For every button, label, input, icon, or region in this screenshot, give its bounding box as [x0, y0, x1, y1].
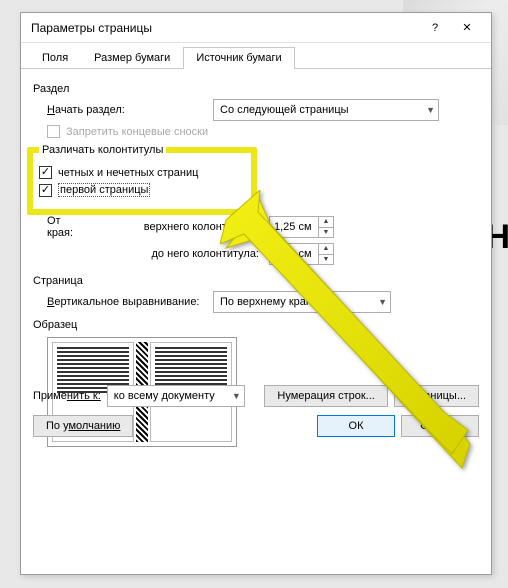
suppress-endnotes-label: Запретить концевые сноски	[66, 126, 208, 138]
footer-distance-row: до него колонтитула: ▲▼	[33, 243, 479, 265]
spin-up-icon[interactable]: ▲	[319, 244, 333, 255]
suppress-endnotes-row: Запретить концевые сноски	[33, 125, 479, 138]
close-button[interactable]: ✕	[451, 16, 483, 40]
odd-even-row: четных и нечетных страниц	[39, 166, 241, 179]
apply-to-label: Применить к:	[33, 390, 101, 402]
valign-label: Вертикальное выравнивание:	[47, 296, 213, 308]
default-button[interactable]: По умолчанию	[33, 415, 133, 437]
headers-highlight-box: Различать колонтитулы четных и нечетных …	[27, 144, 257, 215]
checkbox-box	[39, 166, 52, 179]
suppress-endnotes-checkbox[interactable]: Запретить концевые сноски	[47, 125, 208, 138]
page-group-label: Страница	[33, 275, 479, 287]
dialog-footer: Применить к: ко всему документу ▼ Нумера…	[21, 377, 491, 447]
section-start-row: Начать раздел: Со следующей страницы ▼	[33, 99, 479, 121]
tab-paper-size[interactable]: Размер бумаги	[81, 47, 183, 69]
header-distance-input[interactable]	[270, 217, 318, 237]
first-page-checkbox[interactable]: первой страницы	[39, 183, 150, 197]
spinner-buttons: ▲▼	[318, 244, 333, 264]
footer-distance-label: до него колонтитула:	[47, 248, 269, 260]
checkbox-box	[47, 125, 60, 138]
section-group-label: Раздел	[33, 83, 479, 95]
odd-even-label: четных и нечетных страниц	[58, 167, 198, 179]
spin-down-icon[interactable]: ▼	[319, 255, 333, 265]
section-start-select[interactable]: Со следующей страницы ▼	[213, 99, 439, 121]
spin-up-icon[interactable]: ▲	[319, 217, 333, 228]
cancel-button[interactable]: Отмена	[401, 415, 479, 437]
tabs: Поля Размер бумаги Источник бумаги	[21, 43, 491, 69]
apply-to-select[interactable]: ко всему документу ▼	[107, 385, 245, 407]
help-icon: ?	[432, 22, 438, 34]
dialog-body: Раздел Начать раздел: Со следующей стран…	[21, 69, 491, 447]
titlebar: Параметры страницы ? ✕	[21, 13, 491, 43]
line-numbers-button[interactable]: Нумерация строк...	[264, 385, 387, 407]
tab-paper-source[interactable]: Источник бумаги	[183, 47, 294, 69]
header-distance-row: От края: верхнего колонтитула: ▲▼	[33, 215, 479, 239]
header-distance-spinner[interactable]: ▲▼	[269, 216, 334, 238]
header-distance-label: верхнего колонтитула:	[89, 221, 269, 233]
chevron-down-icon: ▼	[426, 105, 435, 115]
close-icon: ✕	[462, 21, 471, 34]
spinner-buttons: ▲▼	[318, 217, 333, 237]
valign-value: По верхнему краю	[220, 296, 314, 308]
page-setup-dialog: Параметры страницы ? ✕ Поля Размер бумаг…	[20, 12, 492, 575]
help-button[interactable]: ?	[419, 16, 451, 40]
section-start-label: Начать раздел:	[47, 104, 213, 116]
chevron-down-icon: ▼	[378, 297, 387, 307]
chevron-down-icon: ▼	[232, 391, 241, 401]
odd-even-checkbox[interactable]: четных и нечетных страниц	[39, 166, 198, 179]
tab-margins[interactable]: Поля	[29, 47, 81, 69]
footer-distance-spinner[interactable]: ▲▼	[269, 243, 334, 265]
apply-row: Применить к: ко всему документу ▼ Нумера…	[33, 385, 479, 407]
borders-button[interactable]: ГГраницы...	[394, 385, 479, 407]
spin-down-icon[interactable]: ▼	[319, 228, 333, 238]
first-page-row: первой страницы	[39, 183, 241, 197]
from-edge-label: От края:	[47, 215, 89, 239]
dialog-title: Параметры страницы	[31, 21, 419, 35]
headers-group-label: Различать колонтитулы	[39, 144, 166, 156]
footer-distance-input[interactable]	[270, 244, 318, 264]
valign-select[interactable]: По верхнему краю ▼	[213, 291, 391, 313]
valign-row: Вертикальное выравнивание: По верхнему к…	[33, 291, 479, 313]
ok-button[interactable]: ОК	[317, 415, 395, 437]
first-page-label: первой страницы	[58, 183, 150, 197]
apply-to-value: ко всему документу	[114, 390, 215, 402]
checkbox-box	[39, 184, 52, 197]
section-start-value: Со следующей страницы	[220, 104, 349, 116]
buttons-row: По умолчанию ОК Отмена	[33, 415, 479, 437]
sample-label: Образец	[33, 319, 479, 331]
